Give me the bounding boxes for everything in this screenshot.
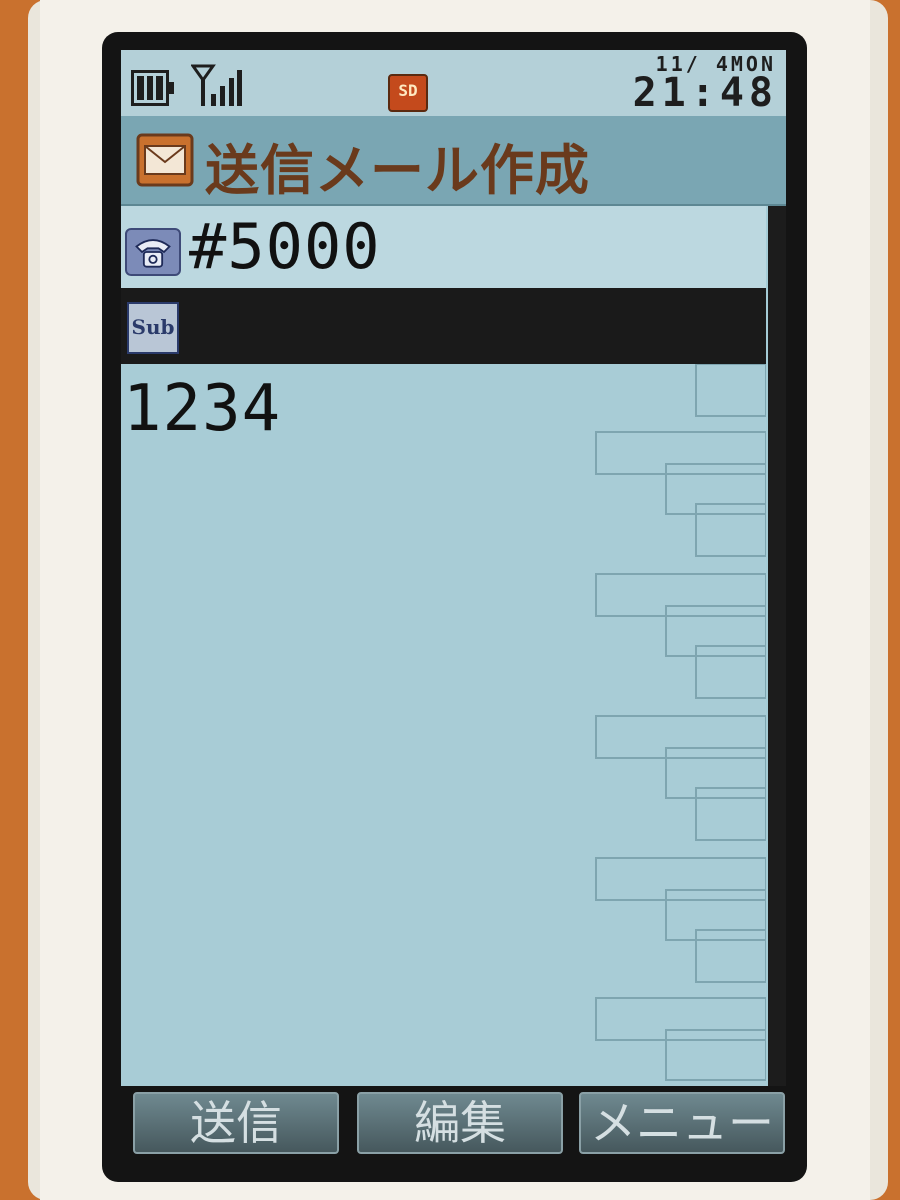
subject-icon: Sub xyxy=(127,302,179,354)
clock-time: 21:48 xyxy=(632,70,778,116)
mail-compose-icon xyxy=(136,133,194,187)
sd-card-icon: SD xyxy=(388,74,428,112)
send-button[interactable]: 送信 xyxy=(133,1092,339,1154)
status-bar: SD 11/ 4MON 21:48 xyxy=(121,50,786,116)
battery-icon xyxy=(131,70,174,106)
recipient-value: #5000 xyxy=(189,210,381,283)
menu-button[interactable]: メニュー xyxy=(579,1092,785,1154)
phone-icon xyxy=(125,228,181,276)
recipient-field[interactable]: #5000 xyxy=(121,206,766,288)
page-title: 送信メール作成 xyxy=(205,139,590,202)
phone-screen: SD 11/ 4MON 21:48 送信メール作成 #5000 Sub 1234… xyxy=(121,50,786,1160)
wallpaper-pattern xyxy=(595,364,766,1081)
softkey-bar: 送信 編集 メニュー xyxy=(121,1086,786,1160)
body-text: 1234 xyxy=(123,372,282,446)
signal-antenna-icon xyxy=(191,64,242,106)
title-bar: 送信メール作成 xyxy=(121,116,786,206)
subject-field[interactable]: Sub xyxy=(121,288,766,364)
edit-button[interactable]: 編集 xyxy=(357,1092,563,1154)
scrollbar[interactable] xyxy=(768,206,786,1086)
message-body[interactable]: 1234 xyxy=(121,364,766,1086)
